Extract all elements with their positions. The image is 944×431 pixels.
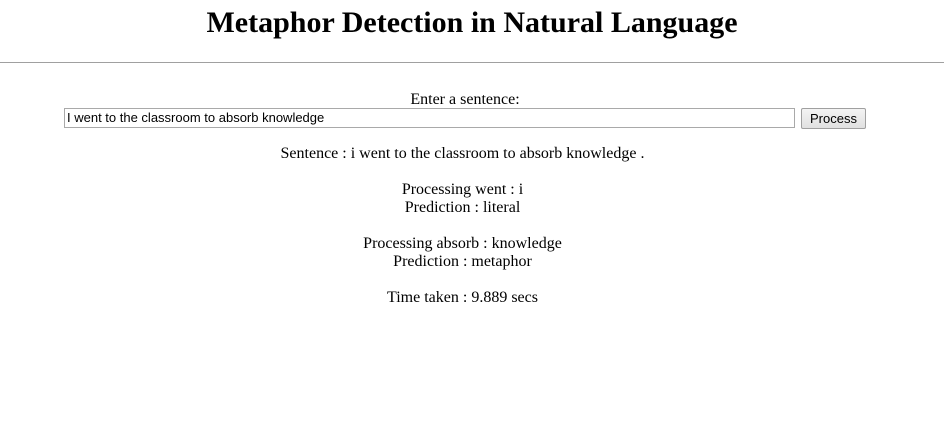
processing-result: Processing went : i [401,181,524,198]
header-divider [0,62,944,63]
page-title: Metaphor Detection in Natural Language [206,6,738,39]
results-panel: Sentence : i went to the classroom to ab… [0,145,925,307]
sentence-result: Sentence : i went to the classroom to ab… [280,145,645,162]
sentence-label: Enter a sentence: [410,91,520,108]
sentence-input[interactable] [64,108,795,128]
processing-result: Processing absorb : knowledge [363,235,562,252]
prediction-result: Prediction : metaphor [393,253,532,270]
prediction-result: Prediction : literal [404,199,521,216]
process-button[interactable]: Process [801,108,866,129]
time-taken: Time taken : 9.889 secs [387,289,538,306]
